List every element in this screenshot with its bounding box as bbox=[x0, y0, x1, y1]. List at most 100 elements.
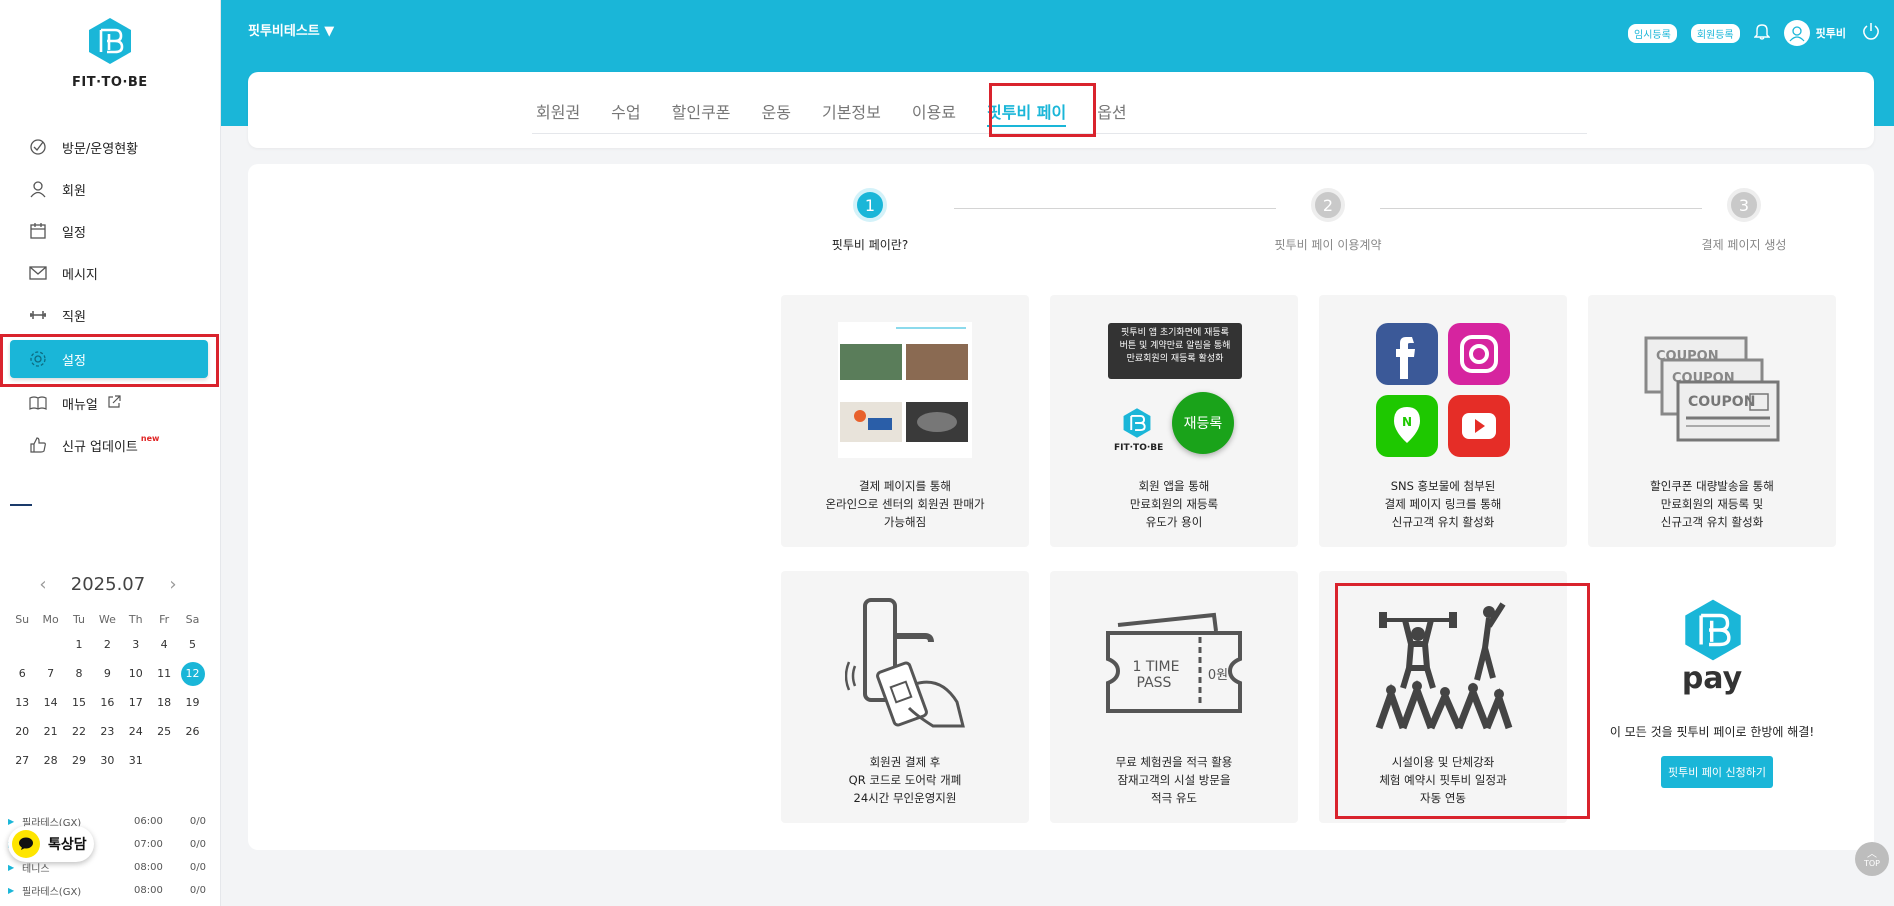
schedule-time: 06:00 bbox=[134, 816, 163, 827]
apply-fittobe-pay-button[interactable]: 핏투비 페이 신청하기 bbox=[1661, 756, 1773, 788]
calendar-day[interactable]: 13 bbox=[8, 688, 36, 717]
calendar-day[interactable]: 3 bbox=[122, 630, 150, 659]
feature-card-sns: N SNS 홍보물에 첨부된 결제 페이지 링크를 통해 신규고객 유치 활성화 bbox=[1319, 295, 1567, 547]
calendar-day[interactable]: 23 bbox=[93, 717, 121, 746]
step-number: 1 bbox=[853, 188, 887, 222]
schedule-count: 0/0 bbox=[189, 839, 206, 850]
tab-discount-coupon[interactable]: 할인쿠폰 bbox=[668, 88, 735, 134]
feature-card-free-trial: 1 TIME PASS 0원 무료 체험권을 적극 활용 잠재고객의 시설 방문을… bbox=[1050, 571, 1298, 823]
fittobe-logo-icon bbox=[89, 18, 131, 64]
calendar-day[interactable]: 27 bbox=[8, 746, 36, 775]
calendar-day[interactable]: 24 bbox=[122, 717, 150, 746]
calendar-day[interactable]: 16 bbox=[93, 688, 121, 717]
tab-options[interactable]: 옵션 bbox=[1093, 88, 1130, 134]
prev-month-button[interactable]: ‹ bbox=[23, 574, 63, 595]
calendar-day[interactable]: 20 bbox=[8, 717, 36, 746]
sidebar-item-manual[interactable]: 매뉴얼 bbox=[10, 382, 208, 424]
fittobe-logo[interactable]: FIT·TO·BE bbox=[72, 16, 147, 90]
calendar-day[interactable]: 31 bbox=[122, 746, 150, 775]
fittobe-pay-logo-icon bbox=[1685, 599, 1741, 661]
doorlock-illustration bbox=[781, 591, 1029, 741]
feature-card-doorlock: 회원권 결제 후 QR 코드로 도어락 개폐 24시간 무인운영지원 bbox=[781, 571, 1029, 823]
tab-fees[interactable]: 이용료 bbox=[908, 88, 960, 134]
sidebar-item-label: 신규 업데이트 bbox=[62, 439, 138, 455]
tab-membership[interactable]: 회원권 bbox=[532, 88, 584, 134]
user-icon bbox=[28, 179, 48, 199]
step-1[interactable]: 1 핏투비 페이란? bbox=[780, 188, 960, 253]
sidebar-item-label: 메시지 bbox=[62, 267, 98, 283]
top-right-actions: 임시등록 회원등록 핏투비 bbox=[1628, 18, 1894, 48]
external-link-icon bbox=[108, 394, 121, 412]
svg-text:N: N bbox=[1402, 415, 1412, 429]
new-badge: new bbox=[140, 433, 160, 443]
step-label: 핏투비 페이란? bbox=[831, 238, 909, 252]
reregister-tooltip: 핏투비 앱 초기화면에 재등록 버튼 및 계약만료 알림을 통해 만료회원의 재등록… bbox=[1108, 323, 1242, 379]
calendar-day[interactable]: 8 bbox=[65, 659, 93, 688]
step-3[interactable]: 3 결제 페이지 생성 bbox=[1654, 188, 1834, 253]
calendar-day[interactable]: 7 bbox=[36, 659, 64, 688]
calendar-day[interactable]: 30 bbox=[93, 746, 121, 775]
sidebar: FIT·TO·BE 방문/운영현황 회원 일정 메시지 직원 설정 매뉴얼 신규… bbox=[0, 0, 221, 906]
dumbbell-icon bbox=[28, 305, 48, 325]
ticket-illustration: 1 TIME PASS 0원 bbox=[1050, 591, 1298, 741]
book-icon bbox=[28, 393, 48, 413]
calendar-day[interactable]: 12 bbox=[178, 659, 206, 688]
calendar-day[interactable]: 15 bbox=[65, 688, 93, 717]
tab-basic-info[interactable]: 기본정보 bbox=[818, 88, 885, 134]
next-month-button[interactable]: › bbox=[153, 574, 193, 595]
scroll-top-button[interactable]: ︿ TOP bbox=[1855, 842, 1889, 876]
feature-card-text: SNS 홍보물에 첨부된 결제 페이지 링크를 통해 신규고객 유치 활성화 bbox=[1384, 479, 1502, 529]
calendar-day[interactable]: 10 bbox=[122, 659, 150, 688]
kakao-chat-label: 톡상담 bbox=[48, 837, 87, 853]
calendar-day[interactable]: 9 bbox=[93, 659, 121, 688]
calendar-weekday: Tu bbox=[72, 612, 85, 626]
tab-classes[interactable]: 수업 bbox=[607, 88, 644, 134]
mini-calendar: ‹ 2025.07 › Su Mo Tu We Th Fr Sa 1 2 3 4 5 6 7 8 9 10 11 1… bbox=[8, 566, 208, 775]
calendar-day[interactable]: 6 bbox=[8, 659, 36, 688]
calendar-day[interactable]: 21 bbox=[36, 717, 64, 746]
feature-card-text: 할인쿠폰 대량발송을 통해 만료회원의 재등록 및 신규고객 유치 활성화 bbox=[1650, 479, 1774, 529]
schedule-count: 0/0 bbox=[189, 885, 206, 896]
calendar-day[interactable]: 4 bbox=[150, 630, 178, 659]
sidebar-item-members[interactable]: 회원 bbox=[10, 168, 208, 210]
feature-card-text: 결제 페이지를 통해 온라인으로 센터의 회원권 판매가 가능해짐 bbox=[825, 479, 985, 529]
calendar-day[interactable]: 26 bbox=[178, 717, 206, 746]
svg-text:COUPON: COUPON bbox=[1688, 394, 1755, 410]
sidebar-item-visit-status[interactable]: 방문/운영현황 bbox=[10, 126, 208, 168]
expand-triangle-icon: ▶ bbox=[8, 886, 15, 895]
kakao-chat-button[interactable]: 톡상담 bbox=[8, 826, 94, 862]
calendar-day[interactable]: 5 bbox=[178, 630, 206, 659]
center-selector[interactable]: 핏투비테스트 ▼ bbox=[248, 20, 334, 39]
calendar-day[interactable]: 22 bbox=[65, 717, 93, 746]
calendar-day bbox=[36, 630, 64, 659]
sidebar-item-messages[interactable]: 메시지 bbox=[10, 252, 208, 294]
temp-register-button[interactable]: 임시등록 bbox=[1628, 23, 1677, 43]
calendar-day[interactable]: 14 bbox=[36, 688, 64, 717]
calendar-weekday: We bbox=[98, 612, 116, 626]
step-2[interactable]: 2 핏투비 페이 이용계약 bbox=[1238, 188, 1418, 253]
step-label: 결제 페이지 생성 bbox=[1701, 238, 1787, 252]
bell-icon[interactable] bbox=[1752, 22, 1771, 44]
settings-highlight-box bbox=[0, 334, 219, 387]
power-icon[interactable] bbox=[1862, 22, 1880, 45]
step-connector bbox=[954, 208, 1276, 209]
sidebar-item-updates[interactable]: 신규 업데이트 new bbox=[10, 424, 208, 466]
sidebar-item-staff[interactable]: 직원 bbox=[10, 294, 208, 336]
calendar-day[interactable]: 11 bbox=[150, 659, 178, 688]
calendar-weekday: Fr bbox=[159, 612, 170, 626]
avatar[interactable] bbox=[1783, 20, 1810, 46]
tab-exercise[interactable]: 운동 bbox=[758, 88, 795, 134]
calendar-day[interactable]: 1 bbox=[65, 630, 93, 659]
calendar-day[interactable]: 25 bbox=[150, 717, 178, 746]
sidebar-item-schedule[interactable]: 일정 bbox=[10, 210, 208, 252]
calendar-day[interactable]: 29 bbox=[65, 746, 93, 775]
pay-wordmark: pay bbox=[1681, 661, 1743, 696]
calendar-day[interactable]: 2 bbox=[93, 630, 121, 659]
calendar-day[interactable]: 17 bbox=[122, 688, 150, 717]
member-register-button[interactable]: 회원등록 bbox=[1690, 23, 1740, 43]
coupons-illustration: COUPON COUPON COUPON bbox=[1588, 315, 1836, 465]
calendar-day[interactable]: 18 bbox=[150, 688, 178, 717]
calendar-day[interactable]: 28 bbox=[36, 746, 64, 775]
calendar-day[interactable]: 19 bbox=[178, 688, 206, 717]
schedule-row[interactable]: ▶ 필라테스(GX) 08:00 0/0 bbox=[8, 879, 208, 902]
